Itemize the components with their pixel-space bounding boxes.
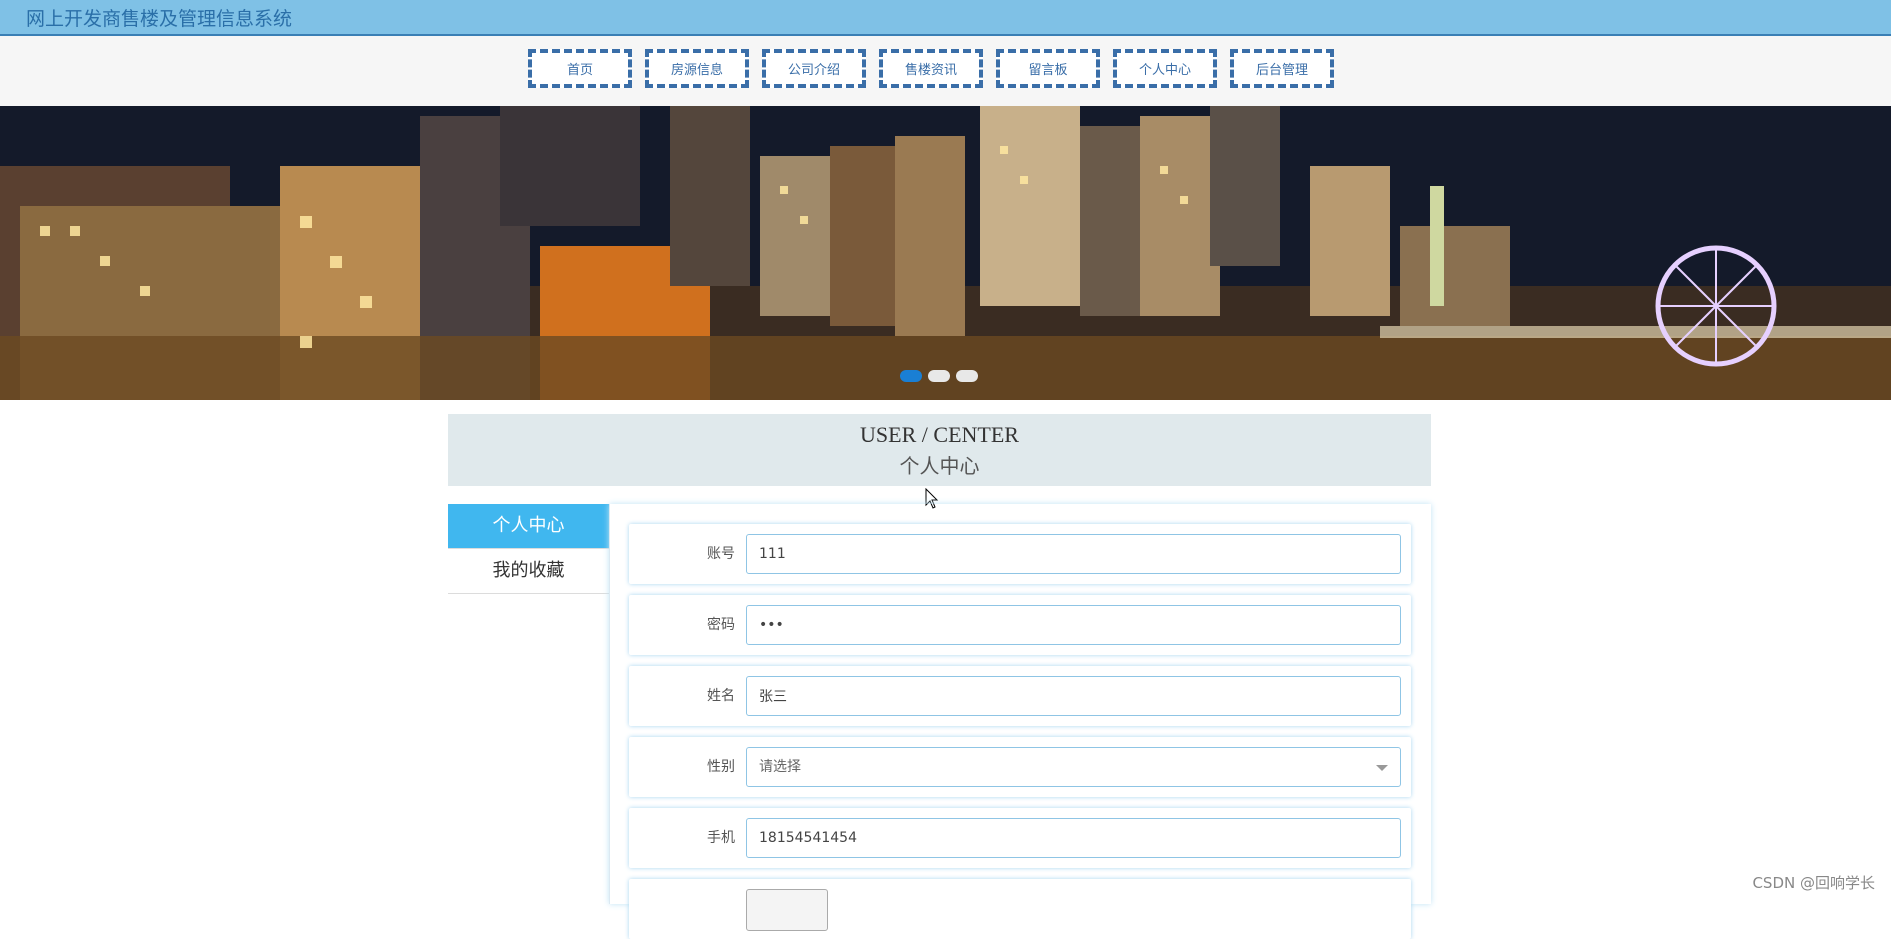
carousel-dot-3[interactable] <box>956 370 978 382</box>
form-row-name: 姓名 <box>629 666 1411 726</box>
form-row-gender: 性别 请选择 <box>629 737 1411 797</box>
nav-user-center[interactable]: 个人中心 <box>1113 49 1217 88</box>
carousel-dot-2[interactable] <box>928 370 950 382</box>
nav-admin[interactable]: 后台管理 <box>1230 49 1334 88</box>
nav-home[interactable]: 首页 <box>528 49 632 88</box>
form-row-account: 账号 <box>629 524 1411 584</box>
profile-form-panel: 账号 密码 姓名 性别 请选择 手机 <box>609 504 1431 939</box>
site-title: 网上开发商售楼及管理信息系统 <box>26 8 293 30</box>
nav-list: 首页 房源信息 公司介绍 售楼资讯 留言板 个人中心 后台管理 <box>528 49 1347 88</box>
avatar-upload-thumbnail[interactable] <box>746 889 828 931</box>
nav-messages[interactable]: 留言板 <box>996 49 1100 88</box>
user-center-header: USER / CENTER 个人中心 <box>448 414 1431 486</box>
sidebar-item-favorites[interactable]: 我的收藏 <box>448 549 609 594</box>
name-input[interactable] <box>746 676 1401 716</box>
account-input[interactable] <box>746 534 1401 574</box>
chevron-down-icon <box>1376 765 1388 771</box>
top-bar: 网上开发商售楼及管理信息系统 <box>0 0 1891 36</box>
carousel-dot-1[interactable] <box>900 370 922 382</box>
gender-select-placeholder: 请选择 <box>759 759 801 775</box>
password-input[interactable] <box>746 605 1401 645</box>
phone-input[interactable] <box>746 818 1401 858</box>
navbar: 首页 房源信息 公司介绍 售楼资讯 留言板 个人中心 后台管理 <box>0 36 1891 106</box>
sidebar: 个人中心 我的收藏 <box>448 504 610 904</box>
nav-listings[interactable]: 房源信息 <box>645 49 749 88</box>
password-label: 密码 <box>707 617 735 633</box>
gender-label: 性别 <box>707 759 735 775</box>
form-row-phone: 手机 <box>629 808 1411 868</box>
gender-select[interactable]: 请选择 <box>746 747 1401 787</box>
phone-label: 手机 <box>707 830 735 846</box>
form-row-avatar <box>629 879 1411 939</box>
user-center-title-en: USER / CENTER <box>860 422 1019 447</box>
carousel-indicators <box>900 370 978 382</box>
nav-company[interactable]: 公司介绍 <box>762 49 866 88</box>
watermark: CSDN @回响学长 <box>1752 874 1875 892</box>
city-night-image <box>0 106 1891 400</box>
form-row-password: 密码 <box>629 595 1411 655</box>
nav-news[interactable]: 售楼资讯 <box>879 49 983 88</box>
sidebar-item-user-center[interactable]: 个人中心 <box>448 504 609 549</box>
account-label: 账号 <box>707 546 735 562</box>
user-center-title-cn: 个人中心 <box>899 454 980 478</box>
banner-carousel[interactable] <box>0 106 1891 400</box>
name-label: 姓名 <box>707 688 735 704</box>
